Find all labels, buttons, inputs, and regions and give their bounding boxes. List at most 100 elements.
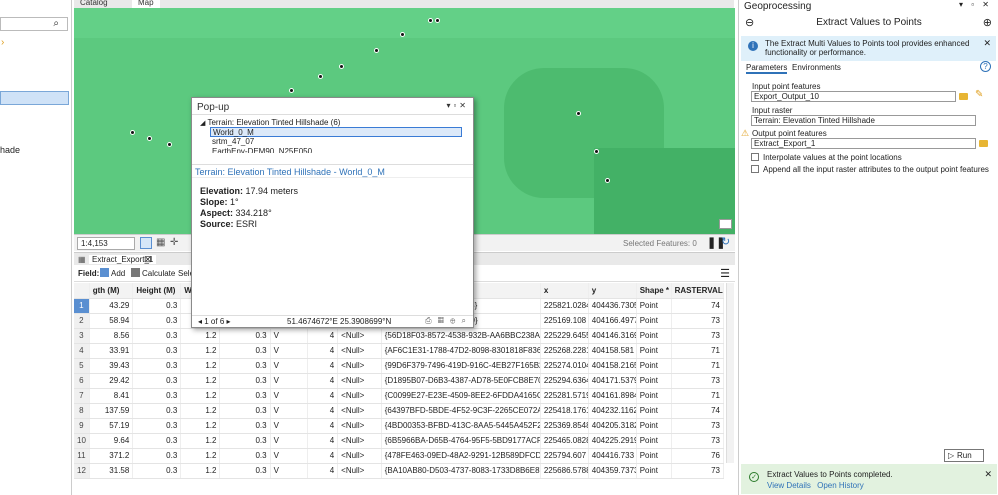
table-cell: Point: [636, 358, 672, 374]
table-cell: 4: [307, 418, 339, 434]
map-point[interactable]: [374, 48, 379, 53]
popup-item[interactable]: EarthEnv-DEM90_N25E050: [210, 147, 473, 153]
popup-window: Pop-up ▾▫✕ ◢ Terrain: Elevation Tinted H…: [191, 97, 474, 328]
table-cell: {D1895B07-D6B3-4387-AD78-5E0FCB8E70BA}: [381, 373, 541, 389]
run-button[interactable]: ▷ Run: [944, 449, 984, 462]
catalog-selected-item[interactable]: [0, 91, 69, 105]
table-row[interactable]: 11 371.2 0.3 1.2 0.3 V 4 <Null> {478FE463-09ED-4…: [74, 448, 725, 464]
table-cell: 0.3: [132, 463, 182, 479]
folder-icon[interactable]: [959, 93, 968, 100]
previous-icon[interactable]: ◂: [198, 317, 202, 326]
table-cell: 1.2: [180, 388, 221, 404]
map-point[interactable]: [130, 130, 135, 135]
append-checkbox[interactable]: [751, 165, 759, 173]
add-icon[interactable]: ⊕: [983, 16, 992, 29]
run-label: Run: [957, 451, 972, 460]
table-row[interactable]: 3 8.56 0.3 1.2 0.3 V 4 <Null> {56D18F03-8572-453…: [74, 328, 725, 344]
map-point[interactable]: [339, 64, 344, 69]
map-point[interactable]: [167, 142, 172, 147]
table-cell: 0.3: [132, 388, 182, 404]
column-header[interactable]: x: [540, 283, 589, 299]
window-controls[interactable]: ▾▫✕: [446, 101, 469, 110]
map-point[interactable]: [594, 149, 599, 154]
map-point[interactable]: [576, 111, 581, 116]
map-point[interactable]: [435, 18, 440, 23]
help-icon[interactable]: ?: [980, 61, 991, 72]
close-icon[interactable]: ✕: [984, 469, 992, 480]
popup-footer: ◂ 1 of 6 ▸ 51.4674672°E 25.3908699°N ⎙ ▦…: [192, 315, 473, 327]
table-icon[interactable]: ▦: [156, 237, 165, 248]
table-cell: 1.2: [180, 448, 221, 464]
table-cell: 1.2: [180, 463, 221, 479]
table-cell: 225274.0104: [540, 358, 589, 374]
tab-catalog[interactable]: Catalog: [80, 0, 108, 8]
table-cell: 4: [307, 343, 339, 359]
add-field-icon[interactable]: [100, 268, 109, 277]
popup-item[interactable]: srtm_47_07: [210, 137, 473, 147]
table-row[interactable]: 4 33.91 0.3 1.2 0.3 V 4 <Null> {AF6C1E31-1788-47…: [74, 343, 725, 359]
column-header[interactable]: Height (M): [132, 283, 182, 299]
column-header[interactable]: gth (M): [89, 283, 134, 299]
table-row[interactable]: 10 9.64 0.3 1.2 0.3 V 4 <Null> {6B5966BA-D65B-47…: [74, 433, 725, 449]
row-number: 5: [74, 358, 90, 374]
map-point[interactable]: [605, 178, 610, 183]
tab-parameters[interactable]: Parameters: [746, 63, 788, 74]
map-point[interactable]: [318, 74, 323, 79]
popup-item[interactable]: World_0_M: [210, 127, 462, 137]
next-icon[interactable]: ▸: [227, 317, 231, 326]
table-cell: V: [270, 343, 308, 359]
table-cell: 4: [307, 373, 339, 389]
catalog-search-input[interactable]: ⌕: [0, 17, 68, 31]
popup-layer-header[interactable]: ◢ Terrain: Elevation Tinted Hillshade (6…: [192, 115, 473, 127]
column-header[interactable]: [74, 283, 90, 299]
tab-map[interactable]: Map: [132, 0, 160, 8]
column-header[interactable]: Shape *: [636, 283, 672, 299]
table-cell: Point: [636, 313, 672, 329]
column-header[interactable]: RASTERVALU: [671, 283, 725, 299]
close-icon[interactable]: ✕: [983, 39, 991, 48]
table-cell: 225369.8548: [540, 418, 589, 434]
folder-icon[interactable]: [979, 140, 988, 147]
row-number: 2: [74, 313, 90, 329]
tab-environments[interactable]: Environments: [792, 63, 841, 72]
view-details-link[interactable]: View Details: [767, 481, 811, 490]
interpolate-checkbox[interactable]: [751, 153, 759, 161]
map-point[interactable]: [400, 32, 405, 37]
elevation-label: Elevation:: [200, 186, 244, 196]
table-cell: 73: [671, 463, 725, 479]
refresh-icon[interactable]: ↻: [721, 235, 730, 248]
table-cell: {64397BFD-5BDE-4F52-9C3F-2265CE072AA7}: [381, 403, 541, 419]
table-row[interactable]: 9 57.19 0.3 1.2 0.3 V 4 <Null> {4BD00353-BFBD-41…: [74, 418, 725, 434]
add-button[interactable]: Add: [111, 269, 125, 278]
map-point[interactable]: [289, 88, 294, 93]
pencil-icon[interactable]: ✎: [975, 89, 983, 100]
table-row[interactable]: 8 137.59 0.3 1.2 0.3 V 4 <Null> {64397BFD-5BDE-4…: [74, 403, 725, 419]
menu-icon[interactable]: ☰: [720, 267, 730, 280]
output-field[interactable]: Extract_Export_1: [751, 138, 976, 149]
scale-selector[interactable]: 1:4,153: [77, 237, 135, 250]
popup-tools-icons[interactable]: ⎙ ▦ ⊕ ⌕: [425, 316, 468, 326]
grid-icon[interactable]: [140, 237, 152, 249]
input-point-field[interactable]: Export_Output_10: [751, 91, 956, 102]
table-cell: 0.3: [132, 418, 182, 434]
table-row[interactable]: 7 8.41 0.3 1.2 0.3 V 4 <Null> {C0099E27-E23E-450…: [74, 388, 725, 404]
table-cell: V: [270, 403, 308, 419]
crosshair-icon[interactable]: ✛: [170, 237, 178, 248]
close-icon[interactable]: ⊠: [144, 254, 152, 265]
open-history-link[interactable]: Open History: [817, 481, 864, 490]
table-cell: 0.3: [132, 433, 182, 449]
table-cell: <Null>: [337, 358, 382, 374]
table-row[interactable]: 6 29.42 0.3 1.2 0.3 V 4 <Null> {D1895B07-D6B3-43…: [74, 373, 725, 389]
map-point[interactable]: [147, 136, 152, 141]
map-overview-icon[interactable]: [719, 219, 732, 229]
table-cell: {BA10AB80-D503-4737-8083-1733D8B6E87D}: [381, 463, 541, 479]
map-point[interactable]: [428, 18, 433, 23]
pane-controls[interactable]: ▾ ▫ ✕: [959, 0, 992, 9]
calculate-button[interactable]: Calculate: [142, 269, 175, 278]
column-header[interactable]: y: [588, 283, 637, 299]
input-raster-field[interactable]: Terrain: Elevation Tinted Hillshade: [751, 115, 976, 126]
table-scrollbar[interactable]: [726, 283, 734, 463]
calculator-icon[interactable]: [131, 268, 140, 277]
table-row[interactable]: 12 31.58 0.3 1.2 0.3 V 4 <Null> {BA10AB80-D503-4…: [74, 463, 725, 479]
table-row[interactable]: 5 39.43 0.3 1.2 0.3 V 4 <Null> {99D6F379-7496-41…: [74, 358, 725, 374]
